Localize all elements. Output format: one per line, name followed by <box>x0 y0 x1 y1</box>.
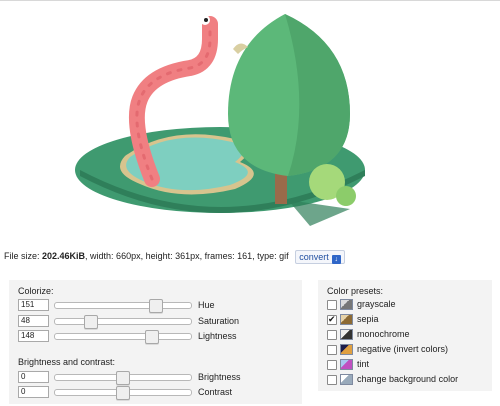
file-info-line: File size: 202.46KiB, width: 660px, heig… <box>4 249 496 264</box>
top-divider <box>0 0 500 1</box>
monochrome-label: monochrome <box>357 329 410 339</box>
negative-icon <box>340 344 353 356</box>
gif-preview-image <box>75 14 365 226</box>
file-dimensions-text: , width: 660px, height: 361px, frames: 1… <box>85 251 289 261</box>
brightness-input[interactable]: 0 <box>18 371 49 383</box>
saturation-input[interactable]: 48 <box>18 315 49 327</box>
adjustments-panel: Colorize: 151 Hue 48 Saturation 148 Ligh… <box>9 280 302 404</box>
brightness-slider-thumb[interactable] <box>116 371 130 385</box>
saturation-label: Saturation <box>198 316 240 326</box>
color-presets-panel: Color presets: grayscale sepia monochrom… <box>318 280 492 391</box>
download-arrow-icon: ↓ <box>331 254 341 264</box>
convert-label: convert <box>299 251 329 262</box>
monochrome-icon <box>340 329 353 341</box>
preset-negative[interactable]: negative (invert colors) <box>327 343 487 356</box>
sepia-label: sepia <box>357 314 379 324</box>
background-color-icon <box>340 374 353 386</box>
preset-change-background[interactable]: change background color <box>327 373 487 386</box>
brightness-slider[interactable] <box>54 371 192 385</box>
grayscale-checkbox[interactable] <box>327 299 337 310</box>
contrast-slider[interactable] <box>54 386 192 400</box>
lightness-slider-thumb[interactable] <box>145 330 159 344</box>
negative-checkbox[interactable] <box>327 344 337 355</box>
tint-checkbox[interactable] <box>327 359 337 370</box>
lightness-row: 148 Lightness <box>18 330 298 344</box>
lightness-label: Lightness <box>198 331 237 341</box>
lightness-input[interactable]: 148 <box>18 330 49 342</box>
hue-input[interactable]: 151 <box>18 299 49 311</box>
sepia-icon <box>340 314 353 326</box>
grayscale-label: grayscale <box>357 299 396 309</box>
hue-slider[interactable] <box>54 299 192 313</box>
file-size-value: 202.46KiB <box>42 251 86 261</box>
preset-tint[interactable]: tint <box>327 358 487 371</box>
brightness-row: 0 Brightness <box>18 371 298 385</box>
hue-label: Hue <box>198 300 215 310</box>
tint-label: tint <box>357 359 370 369</box>
saturation-slider-thumb[interactable] <box>84 315 98 329</box>
change-background-label: change background color <box>357 374 459 384</box>
file-size-label: File size: <box>4 251 43 261</box>
hue-row: 151 Hue <box>18 299 298 313</box>
contrast-input[interactable]: 0 <box>18 386 49 398</box>
convert-button[interactable]: convert ↓ <box>295 249 345 264</box>
preset-monochrome[interactable]: monochrome <box>327 328 487 341</box>
hue-slider-thumb[interactable] <box>149 299 163 313</box>
tint-icon <box>340 359 353 371</box>
contrast-row: 0 Contrast <box>18 386 298 400</box>
negative-label: negative (invert colors) <box>357 344 449 354</box>
change-background-checkbox[interactable] <box>327 374 337 385</box>
sepia-checkbox[interactable] <box>327 313 337 325</box>
brightness-label: Brightness <box>198 372 241 382</box>
brightness-contrast-title: Brightness and contrast: <box>18 357 116 367</box>
preset-sepia[interactable]: sepia <box>327 313 487 326</box>
lightness-slider[interactable] <box>54 330 192 344</box>
saturation-row: 48 Saturation <box>18 315 298 329</box>
contrast-slider-thumb[interactable] <box>116 386 130 400</box>
grayscale-icon <box>340 299 353 311</box>
saturation-slider[interactable] <box>54 315 192 329</box>
colorize-title: Colorize: <box>18 286 54 296</box>
color-presets-title: Color presets: <box>327 286 384 296</box>
contrast-label: Contrast <box>198 387 233 397</box>
monochrome-checkbox[interactable] <box>327 329 337 340</box>
preset-grayscale[interactable]: grayscale <box>327 298 487 311</box>
